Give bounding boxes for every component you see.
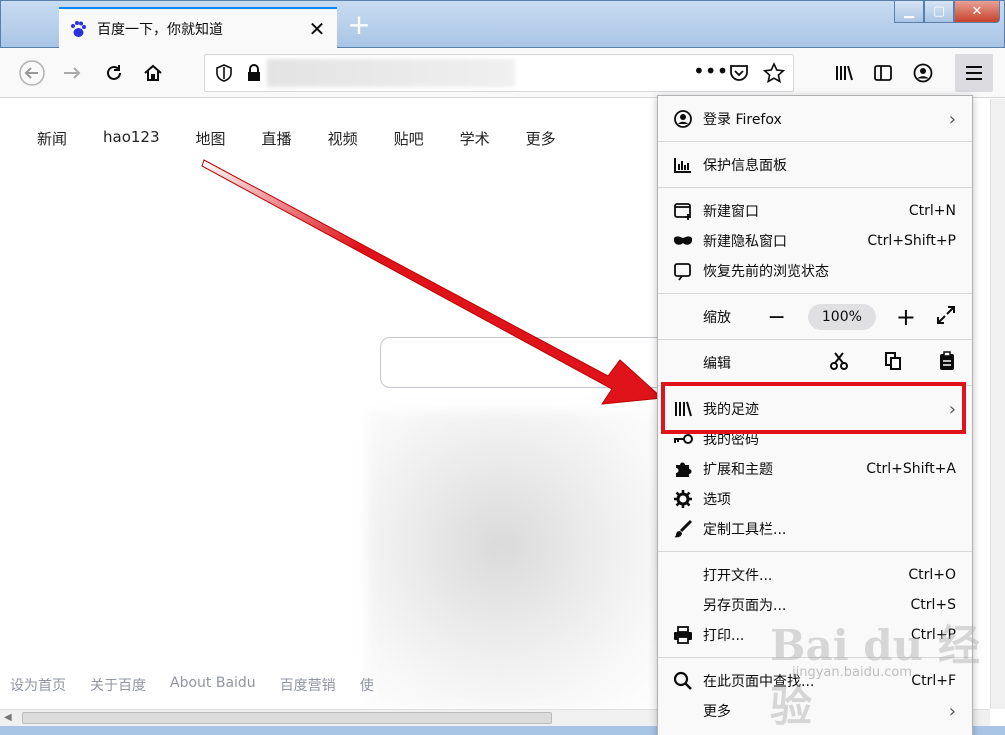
menu-edit-row: 编辑: [658, 348, 972, 378]
restore-session-icon: [672, 260, 694, 282]
copy-icon[interactable]: [884, 351, 902, 375]
watermark-url: jingyan.baidu.com: [792, 665, 912, 680]
navigation-toolbar: •••: [0, 48, 1005, 98]
minimize-button[interactable]: ▁: [894, 1, 924, 23]
hamburger-menu-button[interactable]: [955, 54, 993, 92]
menu-separator: [658, 187, 972, 188]
menu-item-open-file[interactable]: 打开文件... Ctrl+O: [658, 560, 972, 590]
menu-separator: [658, 141, 972, 142]
lock-icon[interactable]: [245, 63, 263, 87]
search-icon: [672, 670, 694, 692]
nav-link-news[interactable]: 新闻: [37, 128, 67, 149]
highlight-box: [661, 382, 966, 434]
cut-icon[interactable]: [830, 351, 848, 375]
zoom-out-button[interactable]: −: [767, 305, 785, 330]
maximize-button[interactable]: ▢: [924, 1, 954, 23]
chart-bars-icon: [672, 154, 694, 176]
new-window-icon: [672, 200, 694, 222]
fullscreen-icon[interactable]: [936, 305, 956, 329]
zoom-reset-button[interactable]: 100%: [807, 304, 876, 330]
footer-link-sethome[interactable]: 设为首页: [10, 675, 66, 695]
menu-separator: [658, 551, 972, 552]
footer-link-about-en[interactable]: About Baidu: [170, 675, 256, 695]
nav-link-video[interactable]: 视频: [328, 128, 358, 149]
reload-icon[interactable]: [100, 59, 128, 87]
close-window-button[interactable]: ✕: [954, 1, 1000, 23]
blurred-region: [366, 411, 666, 711]
paintbrush-icon: [672, 518, 694, 540]
bookmark-star-icon[interactable]: [762, 62, 786, 88]
menu-item-customize[interactable]: 定制工具栏...: [658, 514, 972, 544]
back-icon[interactable]: [18, 59, 46, 87]
footer-link-marketing[interactable]: 百度营销: [280, 675, 336, 695]
title-bar: 百度一下，你就知道 ✕ + ▁ ▢ ✕: [0, 0, 1005, 49]
menu-item-restore-session[interactable]: 恢复先前的浏览状态: [658, 256, 972, 286]
menu-zoom-row: 缩放 − 100% +: [658, 302, 972, 332]
home-icon[interactable]: [139, 59, 167, 87]
account-icon[interactable]: [909, 59, 937, 87]
forward-icon[interactable]: [58, 59, 86, 87]
window-controls: ▁ ▢ ✕: [894, 1, 1000, 23]
footer-link-truncated[interactable]: 使: [360, 675, 374, 695]
menu-item-options[interactable]: 选项: [658, 484, 972, 514]
new-tab-button[interactable]: +: [344, 11, 374, 41]
zoom-in-button[interactable]: +: [896, 303, 916, 331]
private-mask-icon: [672, 230, 694, 252]
chevron-right-icon: ›: [948, 108, 956, 130]
baidu-footer: 设为首页 关于百度 About Baidu 百度营销 使: [10, 675, 398, 695]
horizontal-scroll-thumb[interactable]: [22, 712, 552, 724]
page-actions-icon[interactable]: •••: [693, 59, 728, 83]
nav-link-hao123[interactable]: hao123: [103, 128, 160, 149]
nav-link-tieba[interactable]: 贴吧: [394, 128, 424, 149]
footer-link-about[interactable]: 关于百度: [90, 675, 146, 695]
scroll-left-icon[interactable]: ◀: [4, 712, 12, 723]
nav-link-more[interactable]: 更多: [526, 128, 556, 149]
gear-icon: [672, 488, 694, 510]
paste-icon[interactable]: [938, 351, 956, 375]
hamburger-icon: [966, 66, 982, 80]
url-text-blurred: [267, 59, 515, 87]
menu-item-signin[interactable]: 登录 Firefox ›: [658, 104, 972, 134]
nav-link-map[interactable]: 地图: [196, 128, 226, 149]
nav-link-scholar[interactable]: 学术: [460, 128, 490, 149]
sidebar-icon[interactable]: [869, 59, 897, 87]
library-icon[interactable]: [830, 59, 858, 87]
account-icon: [672, 108, 694, 130]
menu-item-addons[interactable]: 扩展和主题 Ctrl+Shift+A: [658, 454, 972, 484]
nav-link-live[interactable]: 直播: [262, 128, 292, 149]
puzzle-icon: [672, 458, 694, 480]
tracking-shield-icon[interactable]: [215, 64, 233, 86]
tab-title: 百度一下，你就知道: [97, 22, 223, 38]
pocket-icon[interactable]: [729, 63, 749, 87]
url-bar[interactable]: •••: [204, 54, 794, 92]
printer-icon: [672, 624, 694, 646]
baidu-search-input[interactable]: [380, 337, 670, 388]
menu-separator: [658, 293, 972, 294]
menu-separator: [658, 339, 972, 340]
menu-item-new-window[interactable]: 新建窗口 Ctrl+N: [658, 196, 972, 226]
baidu-top-nav: 新闻 hao123 地图 直播 视频 贴吧 学术 更多: [37, 128, 592, 149]
menu-item-protections[interactable]: 保护信息面板: [658, 150, 972, 180]
baidu-paw-icon: [69, 20, 87, 38]
tab-close-icon[interactable]: ✕: [307, 19, 327, 39]
tab-baidu[interactable]: 百度一下，你就知道 ✕: [59, 7, 337, 49]
menu-item-new-private-window[interactable]: 新建隐私窗口 Ctrl+Shift+P: [658, 226, 972, 256]
